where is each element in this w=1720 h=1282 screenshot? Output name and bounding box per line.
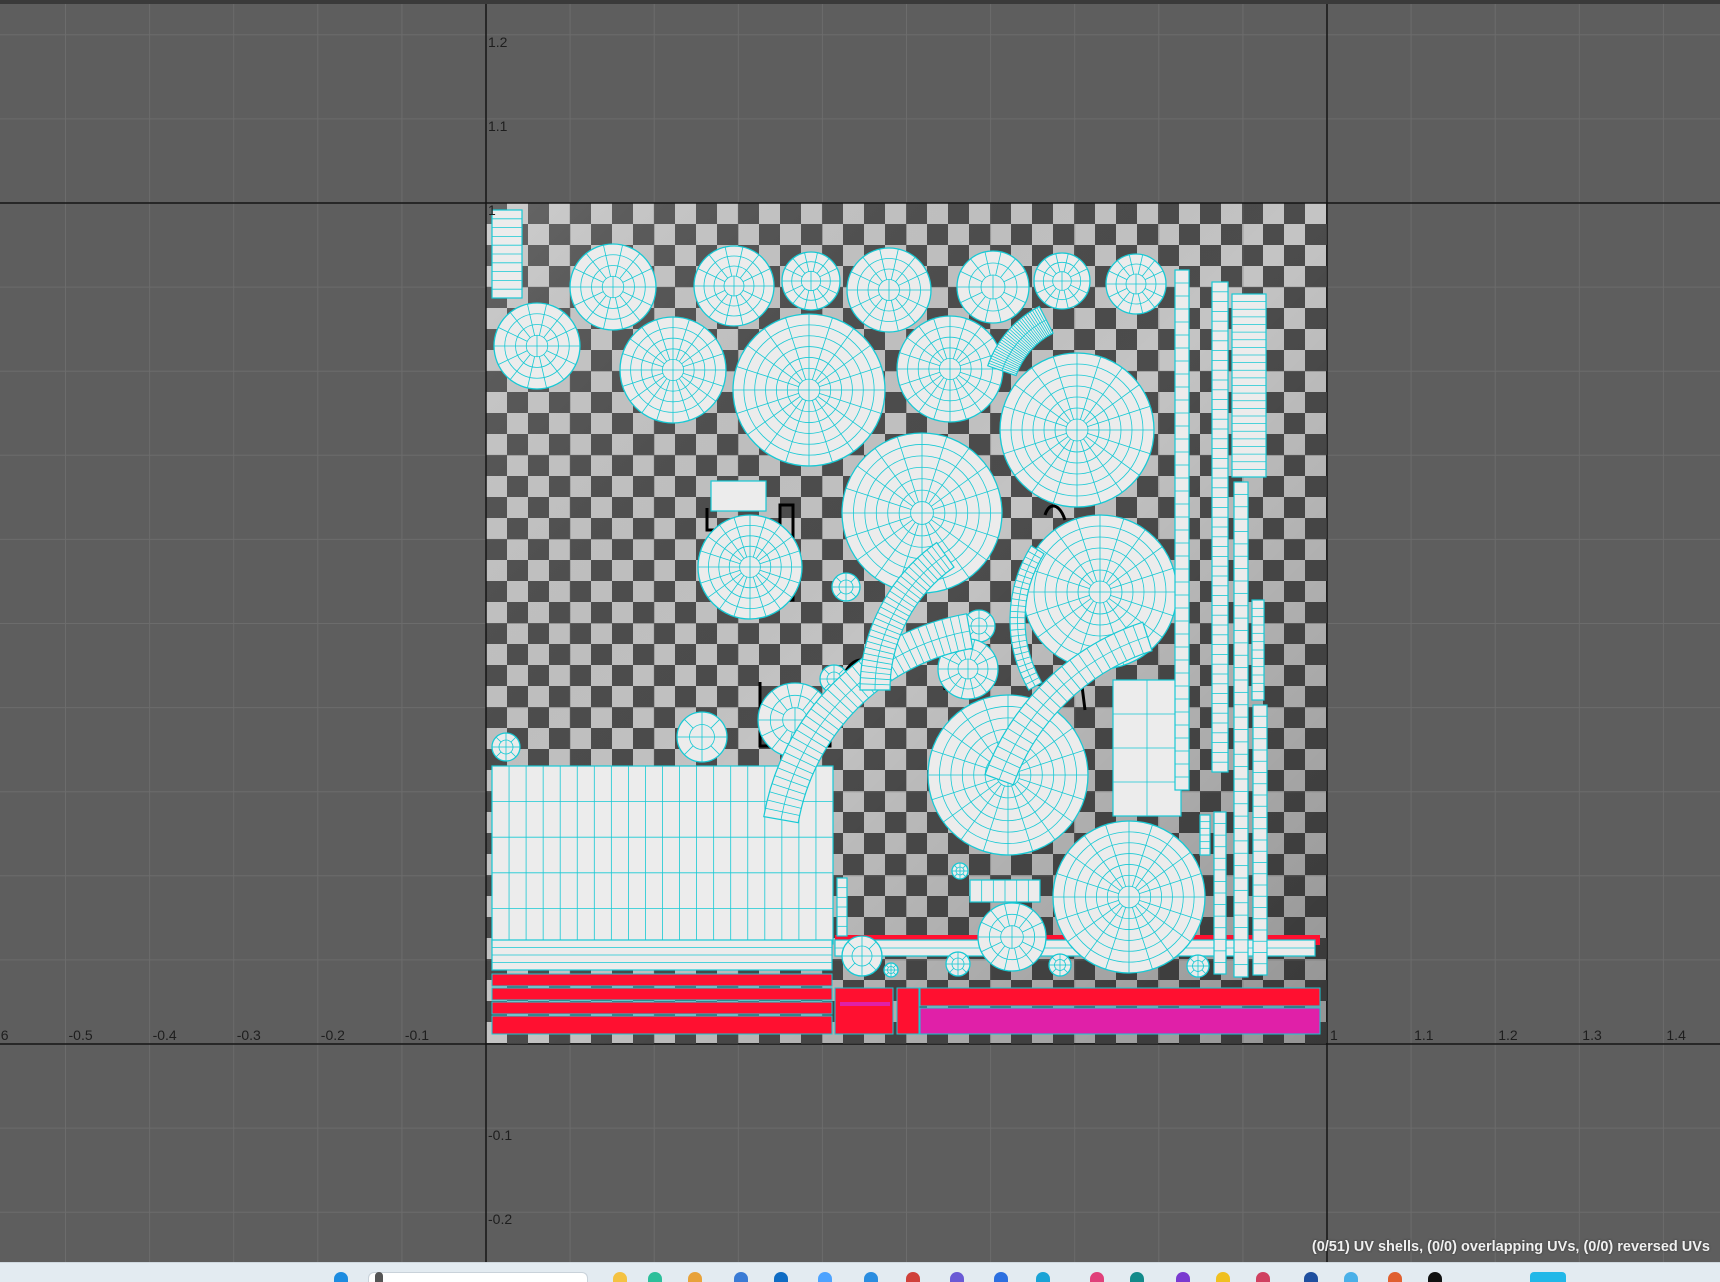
app-pink-icon[interactable]	[1090, 1272, 1104, 1282]
uv-shell-disc	[1033, 252, 1091, 310]
x-tick-label: 1	[1330, 1027, 1338, 1043]
app-blue-icon[interactable]	[994, 1272, 1008, 1282]
uv-shell-disc	[493, 302, 581, 390]
uv-shell-long-strip-8	[1199, 814, 1211, 856]
app-teal-icon[interactable]	[1130, 1272, 1144, 1282]
uv-editor-window: -0.6 -0.5 -0.4 -0.3 -0.2 -0.1 1 1.1 1.2 1.3 1.4 1.2…	[0, 0, 1720, 1282]
uv-shell-disc	[1052, 820, 1206, 974]
uv-shell-disc	[846, 247, 932, 333]
uv-shell-disc	[781, 251, 841, 311]
app-active-icon[interactable]	[1530, 1272, 1566, 1282]
y-tick-label: -0.2	[488, 1211, 512, 1227]
uv-shell-disc	[569, 243, 657, 331]
uv-shell-disc	[1186, 954, 1210, 978]
uv-shell-disc	[883, 962, 899, 978]
app-black-icon[interactable]	[1428, 1272, 1442, 1282]
x-tick-label: -0.2	[321, 1027, 345, 1043]
uv-shell-long-strip-7	[1213, 811, 1227, 975]
app-violet-icon[interactable]	[1176, 1272, 1190, 1282]
uv-shell-disc	[977, 902, 1047, 972]
uv-viewport[interactable]: -0.6 -0.5 -0.4 -0.3 -0.2 -0.1 1 1.1 1.2 1.3 1.4 1.2…	[0, 0, 1720, 1262]
uv-shell-disc	[896, 315, 1004, 423]
uv-shell-disc	[1048, 953, 1072, 977]
uv-shell-disc	[951, 862, 969, 880]
x-tick-label: 1.1	[1414, 1027, 1434, 1043]
folder-icon[interactable]	[688, 1272, 702, 1282]
uv-shell-long-strip-2	[1211, 281, 1229, 773]
x-tick-label: -0.1	[405, 1027, 429, 1043]
uv-status-text: (0/51) UV shells, (0/0) overlapping UVs,…	[1311, 1239, 1710, 1255]
x-tick-label: -0.3	[237, 1027, 261, 1043]
x-tick-label: -0.5	[69, 1027, 93, 1043]
uv-shell-long-strip-5	[1251, 599, 1265, 701]
y-tick-label: 1.2	[488, 34, 508, 50]
uv-shell-disc	[999, 352, 1155, 508]
app-yellow-icon[interactable]	[1216, 1272, 1230, 1282]
y-tick-label: 1.1	[488, 118, 508, 134]
uv-shell-panel	[1112, 679, 1182, 817]
taskbar	[0, 1262, 1720, 1282]
uv-shell-disc	[831, 572, 861, 602]
uv-shell-disc	[491, 732, 521, 762]
uv-shell-long-strip-6	[1252, 704, 1268, 976]
y-tick-label: -0.1	[488, 1127, 512, 1143]
uv-shell-strip-small	[969, 879, 1041, 903]
uv-shell-disc	[697, 514, 803, 620]
uv-shell-long-strip-4	[1233, 481, 1249, 978]
taskbar-search-box[interactable]	[368, 1272, 588, 1282]
window-top-border	[0, 0, 1720, 4]
x-tick-label: 1.2	[1498, 1027, 1518, 1043]
app-navy-icon[interactable]	[1304, 1272, 1318, 1282]
app-red-icon[interactable]	[906, 1272, 920, 1282]
x-tick-label: -0.4	[153, 1027, 177, 1043]
app-sky-icon[interactable]	[1344, 1272, 1358, 1282]
x-tick-label: -0.6	[0, 1027, 9, 1043]
app-cyan-icon[interactable]	[1036, 1272, 1050, 1282]
uv-shell-disc	[676, 711, 728, 763]
uv-shell-disc	[693, 245, 775, 327]
cube-icon[interactable]	[818, 1272, 832, 1282]
file-icon[interactable]	[613, 1272, 627, 1282]
uv-shell-long-strip-3	[1231, 293, 1267, 478]
x-tick-label: 1.4	[1666, 1027, 1686, 1043]
uv-shell-vert-small	[836, 877, 848, 937]
uv-shell-rect-small	[710, 480, 767, 512]
edge-icon[interactable]	[648, 1272, 662, 1282]
uv-shell-disc	[1105, 253, 1167, 315]
app-rose-icon[interactable]	[1256, 1272, 1270, 1282]
uv-shell-long-strip-1	[1174, 269, 1190, 791]
uv-shell-disc	[841, 935, 883, 977]
y-tick-label: 1	[488, 202, 496, 218]
uv-shell-disc	[732, 313, 886, 467]
browser-icon[interactable]	[864, 1272, 878, 1282]
mail-icon[interactable]	[774, 1272, 788, 1282]
app-purple-icon[interactable]	[950, 1272, 964, 1282]
search-icon[interactable]	[375, 1272, 383, 1282]
uv-shell-thin-strips	[491, 939, 833, 971]
app-orange-icon[interactable]	[1388, 1272, 1402, 1282]
uv-shell-disc	[619, 316, 727, 424]
x-tick-label: 1.3	[1582, 1027, 1602, 1043]
uv-shell-small-strip	[491, 209, 523, 299]
uv-shell-disc	[945, 951, 971, 977]
start-icon[interactable]	[334, 1272, 348, 1282]
store-icon[interactable]	[734, 1272, 748, 1282]
uv-shell-disc	[956, 250, 1030, 324]
